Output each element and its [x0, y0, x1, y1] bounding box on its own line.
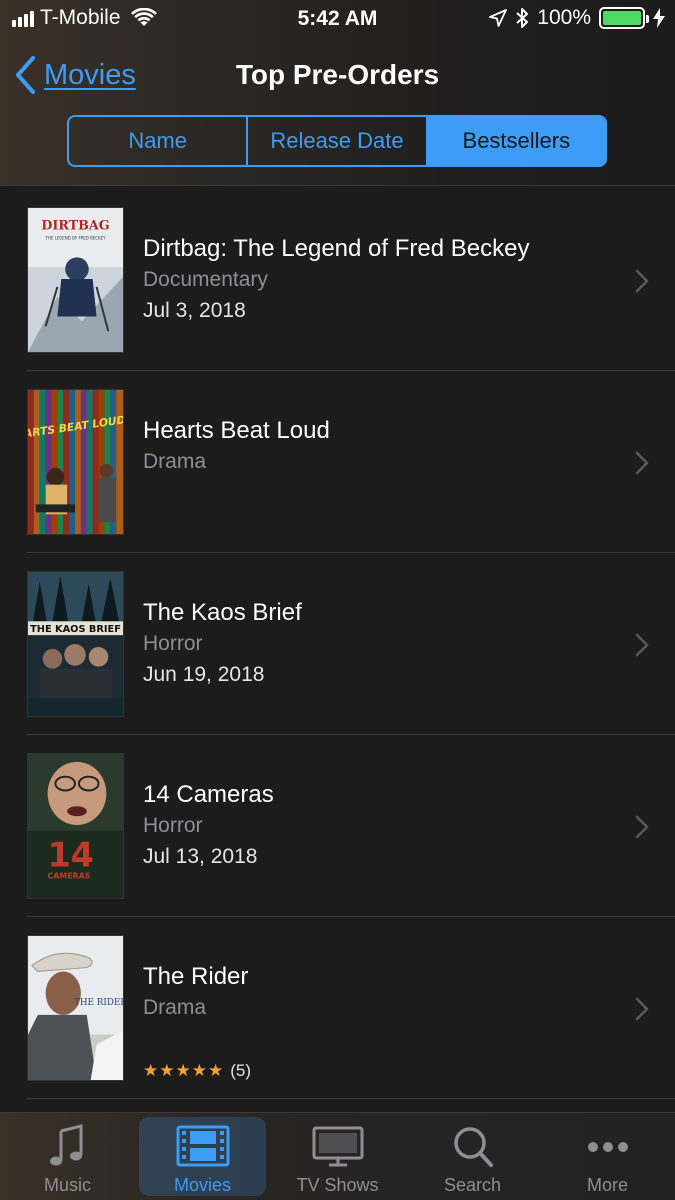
- battery-percent: 100%: [537, 6, 591, 29]
- poster-image: 14 CAMERAS: [27, 753, 124, 899]
- more-dots-icon: [587, 1142, 628, 1152]
- chevron-right-icon: [635, 633, 649, 657]
- page-title: Top Pre-Orders: [235, 59, 440, 90]
- film-strip-icon: [176, 1125, 229, 1167]
- tv-icon: [312, 1126, 363, 1167]
- poster-image: HEARTS BEAT LOUD: [27, 389, 124, 535]
- segment-release-date[interactable]: Release Date: [246, 117, 425, 165]
- chevron-right-icon: [635, 269, 649, 293]
- item-rating: ★★★★★ (5): [143, 1061, 251, 1081]
- item-release-date: Jul 13, 2018: [143, 845, 258, 868]
- list-item[interactable]: DIRTBAG THE LEGEND OF FRED BECKEY Dirtba…: [0, 189, 675, 371]
- item-genre: Documentary: [143, 268, 268, 291]
- item-title: Hearts Beat Loud: [143, 417, 330, 444]
- item-details: The Kaos Brief Horror Jun 19, 2018: [143, 597, 615, 691]
- tab-movies[interactable]: Movies: [135, 1113, 270, 1200]
- location-arrow-icon: [489, 9, 508, 27]
- tab-bar: Music Movies TV Shows Search More: [0, 1112, 675, 1200]
- chevron-right-icon: [635, 997, 649, 1021]
- tab-label: Search: [443, 1175, 502, 1195]
- item-title: The Rider: [143, 963, 249, 990]
- list-item[interactable]: THE RIDER The Rider Drama ★★★★★ (5): [0, 917, 675, 1099]
- item-release-date: Jun 19, 2018: [143, 663, 265, 686]
- tab-label: Music: [43, 1175, 91, 1195]
- segment-name[interactable]: Name: [69, 117, 246, 165]
- tab-more[interactable]: More: [540, 1113, 675, 1200]
- item-details: The Rider Drama: [143, 961, 615, 1023]
- header: T-Mobile 5:42 AM 100% Movies Top Pre-Ord…: [0, 0, 675, 186]
- movie-list: DIRTBAG THE LEGEND OF FRED BECKEY Dirtba…: [0, 189, 675, 1099]
- item-details: 14 Cameras Horror Jul 13, 2018: [143, 779, 615, 873]
- item-genre: Horror: [143, 632, 203, 655]
- tab-tv-shows[interactable]: TV Shows: [270, 1113, 405, 1200]
- chevron-right-icon: [635, 451, 649, 475]
- item-genre: Drama: [143, 450, 207, 473]
- item-title: 14 Cameras: [143, 781, 274, 808]
- status-bar: T-Mobile 5:42 AM 100%: [0, 0, 675, 38]
- item-title: The Kaos Brief: [143, 599, 302, 626]
- item-genre: Horror: [143, 814, 203, 837]
- tab-label: TV Shows: [296, 1175, 379, 1195]
- poster-title: DIRTBAG: [41, 219, 109, 234]
- item-genre: Drama: [143, 996, 207, 1019]
- item-title: Dirtbag: The Legend of Fred Beckey: [143, 235, 530, 262]
- rating-count: (5): [230, 1061, 251, 1080]
- svg-text:CAMERAS: CAMERAS: [48, 871, 91, 880]
- item-release-date: Jul 3, 2018: [143, 299, 246, 322]
- svg-text:THE LEGEND OF FRED BECKEY: THE LEGEND OF FRED BECKEY: [45, 236, 107, 241]
- poster-image: DIRTBAG THE LEGEND OF FRED BECKEY: [27, 207, 124, 353]
- status-right: 100%: [489, 6, 665, 30]
- poster-image: THE RIDER: [27, 935, 124, 1081]
- segment-bestsellers[interactable]: Bestsellers: [425, 117, 605, 165]
- poster-title: THE KAOS BRIEF: [30, 624, 121, 635]
- list-item[interactable]: THE KAOS BRIEF The Kaos Brief Horror Jun…: [0, 553, 675, 735]
- tab-search[interactable]: Search: [405, 1113, 540, 1200]
- music-note-icon: [49, 1124, 82, 1166]
- item-details: Dirtbag: The Legend of Fred Beckey Docum…: [143, 233, 615, 327]
- bluetooth-icon: [516, 8, 529, 28]
- tab-music[interactable]: Music: [0, 1113, 135, 1200]
- sort-segmented-control: Name Release Date Bestsellers: [67, 115, 607, 167]
- tab-label: More: [586, 1175, 628, 1195]
- chevron-right-icon: [635, 815, 649, 839]
- battery-icon: [599, 7, 649, 29]
- item-details: Hearts Beat Loud Drama: [143, 415, 615, 477]
- app-screen: T-Mobile 5:42 AM 100% Movies Top Pre-Ord…: [0, 0, 675, 1200]
- list-item[interactable]: HEARTS BEAT LOUD Hearts Beat Loud Drama: [0, 371, 675, 553]
- poster-title: THE RIDER: [74, 998, 123, 1008]
- search-icon: [453, 1127, 493, 1167]
- charging-bolt-icon: [653, 8, 665, 28]
- list-item[interactable]: 14 CAMERAS 14 Cameras Horror Jul 13, 201…: [0, 735, 675, 917]
- poster-title: 14: [48, 835, 94, 874]
- star-rating-icon: ★★★★★: [143, 1061, 225, 1080]
- poster-image: THE KAOS BRIEF: [27, 571, 124, 717]
